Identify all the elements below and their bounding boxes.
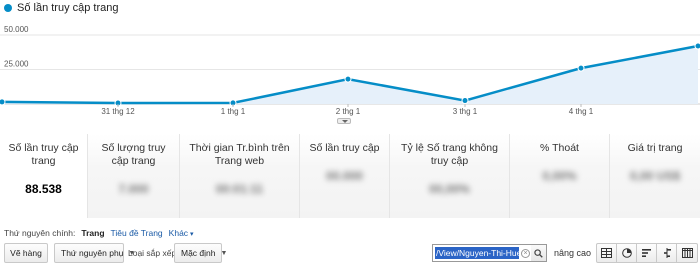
chart-svg: 50.000 25.000 31 thg 12 1 thg 1 2 thg 1 3 thg… [0, 25, 700, 116]
view-percentage-button[interactable] [617, 244, 637, 262]
x-tick-label: 4 thg 1 [569, 107, 594, 116]
metric-entrances[interactable]: Số lần truy cập 00.000 [300, 134, 390, 218]
metric-label: Số lần truy cập trang [8, 142, 79, 167]
metric-label: Số lần truy cập [309, 142, 380, 154]
x-tick-label: 1 thg 1 [221, 107, 246, 116]
search-input-value[interactable]: /View/Nguyen-Thi-Hue [435, 247, 519, 259]
plot-rows-button[interactable]: Vẽ hàng [4, 243, 48, 263]
metric-bounce-rate[interactable]: Tỷ lệ Số trang không truy cập 00,00% [390, 134, 510, 218]
y-tick-label: 25.000 [4, 60, 29, 69]
clear-icon[interactable]: × [521, 248, 530, 258]
primary-dimension-label: Thứ nguyên chính: [4, 228, 76, 238]
data-point [461, 97, 469, 105]
metric-value-blurred: 0,00 US$ [629, 169, 681, 183]
primary-dimension-row: Thứ nguyên chính: Trang Tiêu đề Trang Kh… [0, 226, 194, 240]
view-performance-button[interactable] [637, 244, 657, 262]
metric-value-blurred: 7.000 [118, 182, 149, 196]
view-comparison-button[interactable] [657, 244, 677, 262]
metric-label: Số lượng truy cập trang [101, 142, 166, 167]
metric-label: % Thoát [540, 142, 579, 154]
metric-avg-time[interactable]: Thời gian Tr.bình trên Trang web 00:01:1… [180, 134, 300, 218]
data-point [694, 42, 700, 50]
table-view-switcher [596, 243, 698, 263]
data-point [577, 64, 585, 72]
legend-label: Số lần truy cập trang [17, 2, 119, 14]
metrics-bar: Số lần truy cập trang 88.538 Số lượng tr… [0, 134, 700, 218]
metric-value-blurred: 00:01:11 [215, 182, 264, 196]
data-point [344, 75, 352, 83]
search-icon [534, 248, 543, 258]
chevron-down-icon: ▼ [220, 249, 228, 257]
metric-exit-rate[interactable]: % Thoát 0,00% [510, 134, 610, 218]
comparison-icon [663, 248, 671, 258]
metric-label: Giá trị trang [627, 142, 683, 154]
metric-value-blurred: 00,00% [429, 182, 470, 196]
pie-chart-icon [621, 248, 632, 258]
x-tick-label: 2 thg 1 [336, 107, 361, 116]
chart-resize-handle[interactable] [337, 118, 351, 124]
dimension-page-title[interactable]: Tiêu đề Trang [111, 228, 163, 238]
metric-value-blurred: 0,00% [542, 169, 577, 183]
metric-value: 88.538 [25, 182, 62, 196]
x-tick-label: 3 thg 1 [453, 107, 478, 116]
dimension-page[interactable]: Trang [81, 228, 104, 238]
metric-unique-pageviews[interactable]: Số lượng truy cập trang 7.000 [88, 134, 180, 218]
metric-pageviews[interactable]: Số lần truy cập trang 88.538 [0, 134, 88, 218]
sort-type-dropdown[interactable]: Mặc định ▼ [174, 243, 227, 263]
metric-page-value[interactable]: Giá trị trang 0,00 US$ [610, 134, 700, 218]
pivot-table-icon [681, 248, 693, 258]
line-chart: 50.000 25.000 31 thg 12 1 thg 1 2 thg 1 3 thg… [0, 0, 700, 124]
metric-label: Tỷ lệ Số trang không truy cập [401, 142, 498, 167]
secondary-dimension-label: Thứ nguyên phụ [61, 248, 124, 258]
view-pivot-button[interactable] [677, 244, 697, 262]
x-tick-label: 31 thg 12 [101, 107, 135, 116]
search-button[interactable] [531, 244, 547, 262]
metric-label: Thời gian Tr.bình trên Trang web [189, 142, 290, 167]
y-tick-label: 50.000 [4, 25, 29, 34]
data-point [0, 98, 6, 106]
dimension-more-menu[interactable]: Khác [169, 228, 194, 238]
series-area [2, 46, 698, 104]
advanced-filter-link[interactable]: nâng cao [554, 248, 591, 258]
sort-type-value: Mặc định [181, 248, 216, 258]
bar-list-icon [641, 249, 651, 257]
plot-rows-label: Vẽ hàng [10, 248, 42, 258]
table-search-input[interactable]: /View/Nguyen-Thi-Hue × [432, 244, 546, 262]
table-toolbar: Vẽ hàng Thứ nguyên phụ ▼ Loại sắp xếp: M… [0, 243, 700, 265]
metric-value-blurred: 00.000 [326, 169, 363, 183]
legend-dot-icon [4, 4, 12, 12]
table-grid-icon [601, 248, 612, 258]
secondary-dimension-dropdown[interactable]: Thứ nguyên phụ ▼ [54, 243, 135, 263]
chart-legend: Số lần truy cập trang [4, 2, 119, 14]
view-data-button[interactable] [597, 244, 617, 262]
sort-type-label: Loại sắp xếp: [128, 248, 179, 258]
